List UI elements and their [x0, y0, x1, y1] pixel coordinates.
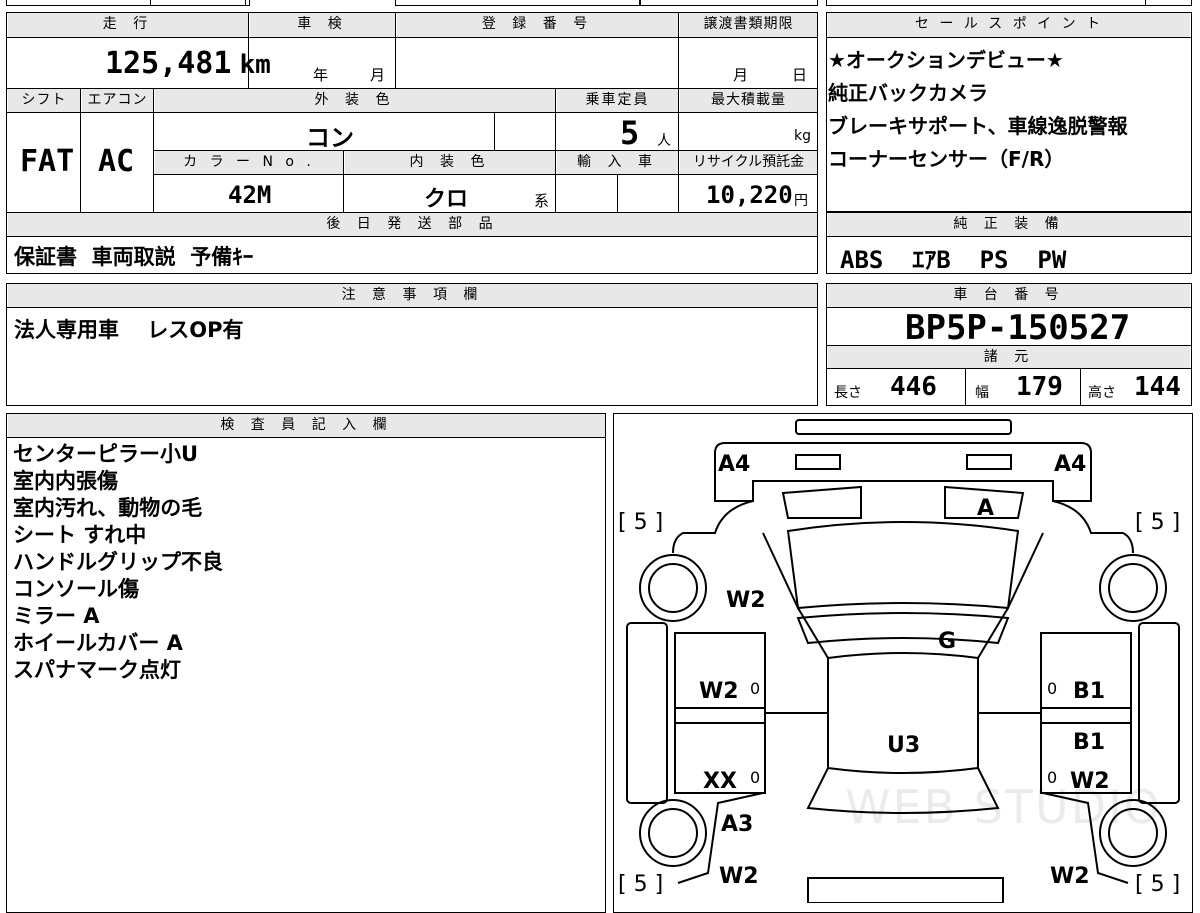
sales-point: ブレーキサポート、車線逸脱警報 [828, 114, 1128, 138]
inspector-note: スパナマーク点灯 [13, 658, 181, 682]
mark-front-right-corner: A4 [1054, 452, 1087, 477]
height-value: 144 [1134, 372, 1181, 402]
zero-mark: 0 [750, 768, 761, 787]
shaken-month-label: 月 [370, 66, 386, 84]
interior-color-header: 内 装 色 [345, 151, 555, 174]
sales-points-list: ★オークションデビュー★ 純正バックカメラ ブレーキサポート、車線逸脱警報 コー… [828, 44, 1128, 176]
tire-label-front-right: [ 5 ] [1135, 510, 1181, 535]
color-no-value: 42M [228, 181, 272, 209]
recycle-fee-header: リサイクル預託金 [680, 151, 817, 174]
capacity-value: 5 [620, 114, 640, 152]
inspector-note: ホイールカバー A [13, 631, 183, 655]
capacity-unit: 人 [657, 133, 671, 149]
notes-header: 注 意 事 項 欄 [8, 284, 817, 307]
notes-value: 法人専用車 レスOP有 [14, 318, 244, 342]
aircon-value: AC [98, 144, 135, 179]
mark-front-left-corner: A4 [718, 452, 751, 477]
recycle-fee-unit: 円 [794, 193, 808, 209]
interior-color-suffix: 系 [534, 192, 550, 210]
inspector-notes-list: センターピラー小U 室内内張傷 室内汚れ、動物の毛 シート すれ中 ハンドルグリ… [13, 441, 223, 684]
inspector-note: ハンドルグリップ不良 [13, 550, 223, 574]
deadline-month-label: 月 [733, 66, 749, 84]
length-value: 446 [890, 372, 937, 402]
max-load-unit: kg [794, 128, 811, 144]
mark-roof: U3 [887, 733, 921, 758]
aircon-header: エアコン [82, 89, 153, 112]
mark-left-rear-door: XX [703, 769, 737, 794]
mark-right-rear-bottom: W2 [1050, 864, 1090, 889]
mark-left-rear-bottom: W2 [719, 864, 759, 889]
tire-label-rear-right: [ 5 ] [1135, 872, 1181, 897]
later-parts-value: 保証書 車両取説 予備ｷｰ [14, 245, 254, 269]
zero-mark: 0 [750, 679, 761, 698]
registration-header: 登 録 番 号 [397, 13, 678, 37]
recycle-fee-value: 10,220 [706, 181, 793, 209]
mark-right-rear-door-upper: B1 [1073, 730, 1106, 755]
inspector-note: 室内汚れ、動物の毛 [13, 496, 203, 520]
mileage-value: 125,481 km [105, 46, 271, 81]
shift-header: シフト [8, 89, 80, 112]
sales-point: 純正バックカメラ [828, 81, 988, 105]
mark-windshield: A [977, 496, 995, 521]
color-no-header: カ ラ ー N o . [155, 151, 343, 174]
transfer-deadline-header: 譲渡書類期限 [680, 13, 817, 37]
inspector-note: シート すれ中 [13, 523, 147, 547]
exterior-color-value: コン [306, 124, 354, 152]
mileage-header: 走 行 [8, 13, 248, 37]
mark-hood-right: G [938, 629, 957, 654]
max-load-header: 最大積載量 [680, 89, 817, 112]
later-parts-header: 後 日 発 送 部 品 [8, 213, 817, 236]
width-value: 179 [1016, 372, 1063, 402]
exterior-color-header: 外 装 色 [155, 89, 555, 112]
width-label: 幅 [975, 385, 989, 401]
chassis-no-header: 車 台 番 号 [828, 284, 1190, 307]
import-header: 輸 入 車 [557, 151, 678, 174]
specs-header: 諸 元 [828, 346, 1190, 368]
inspector-note: コンソール傷 [13, 577, 139, 601]
length-label: 長さ [834, 385, 862, 401]
inspector-note: センターピラー小U [13, 442, 199, 466]
zero-mark: 0 [1047, 679, 1058, 698]
deadline-day-label: 日 [792, 66, 808, 84]
sales-point: ★オークションデビュー★ [828, 48, 1064, 72]
mark-left-front-fender: W2 [726, 588, 766, 613]
sales-points-header: セ ー ル ス ポ イ ン ト [828, 13, 1190, 37]
tire-label-rear-left: [ 5 ] [618, 872, 664, 897]
mark-left-front-door: W2 [699, 679, 739, 704]
standard-equipment-value: ABS ｴｱB PS PW [840, 246, 1067, 274]
shaken-year-label: 年 [313, 66, 329, 84]
chassis-no-value: BP5P-150527 [905, 308, 1131, 348]
inspector-note: ミラー A [13, 604, 100, 628]
tire-label-front-left: [ 5 ] [618, 510, 664, 535]
interior-color-value: クロ [424, 187, 469, 212]
shift-value: FAT [20, 144, 75, 179]
mark-right-front-door: B1 [1073, 679, 1106, 704]
watermark: WEB STUDIO [845, 780, 1162, 834]
standard-equipment-header: 純 正 装 備 [828, 213, 1190, 236]
inspector-header: 検 査 員 記 入 欄 [8, 414, 605, 437]
sales-point: コーナーセンサー（F/R） [828, 147, 1065, 171]
mark-left-rear-quarter: A3 [721, 812, 754, 837]
capacity-header: 乗車定員 [557, 89, 678, 112]
height-label: 高さ [1088, 385, 1116, 401]
inspector-note: 室内内張傷 [13, 469, 118, 493]
shaken-header: 車 検 [250, 13, 395, 37]
